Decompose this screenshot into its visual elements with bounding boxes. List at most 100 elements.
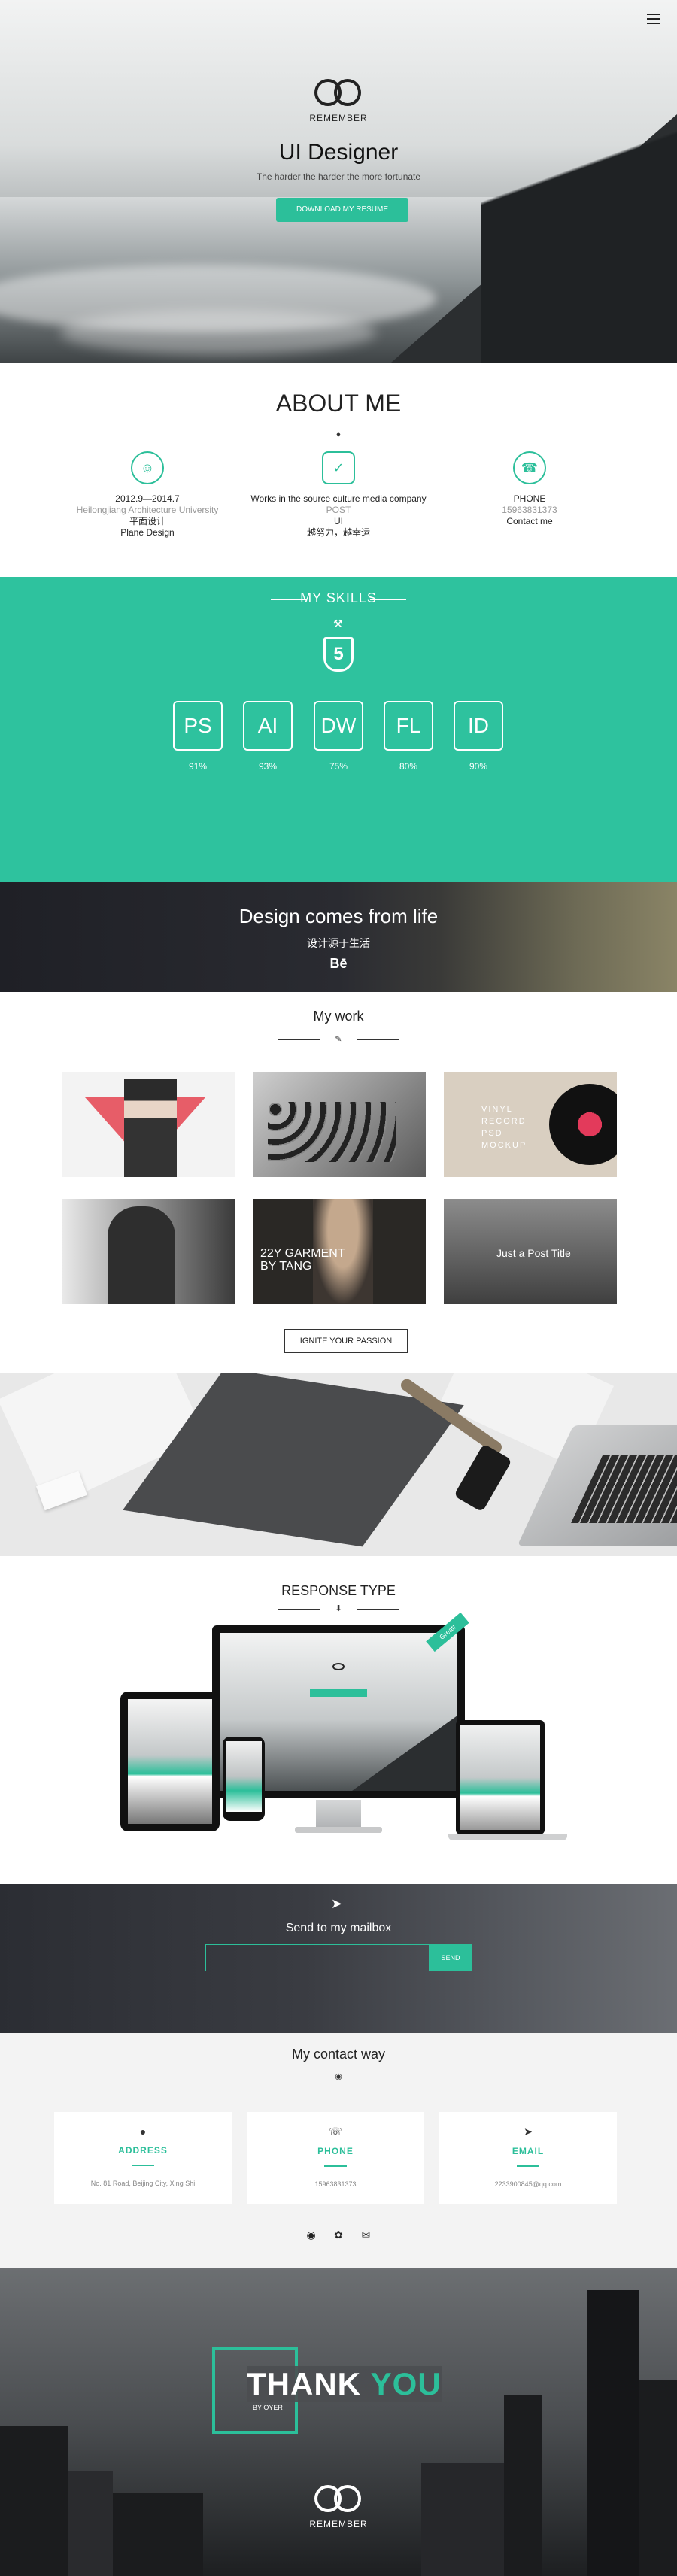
menu-icon[interactable] <box>647 14 660 24</box>
monitor-base <box>295 1827 382 1833</box>
work-tile[interactable]: VINYL RECORD PSD MOCKUP <box>444 1072 617 1177</box>
tablet-screen <box>128 1699 212 1824</box>
work-tile[interactable] <box>253 1072 426 1177</box>
address-card: ● ADDRESS No. 81 Road, Beijing City, Xin… <box>54 2112 232 2204</box>
paper-plane-icon: ➤ <box>524 2125 533 2138</box>
user-icon: ☺ <box>131 451 164 484</box>
about-line: Plane Design <box>120 527 175 538</box>
skill-label: PS <box>173 701 223 751</box>
logo-rings-icon <box>314 2485 363 2512</box>
thank-word: THANK <box>247 2366 361 2402</box>
work-tile[interactable]: 22Y GARMENT BY TANG <box>253 1199 426 1304</box>
typewriter-keys <box>268 1102 396 1162</box>
vinyl-record <box>549 1084 617 1165</box>
logo-rings-icon <box>314 79 363 106</box>
building <box>639 2380 677 2576</box>
work-divider: ✎ <box>278 1035 399 1044</box>
tile-caption: 22Y GARMENT BY TANG <box>260 1247 345 1273</box>
hero-section: REMEMBER UI Designer The harder the hard… <box>0 0 677 363</box>
social-links: ◉ ✿ ✉ <box>0 2229 677 2242</box>
behance-icon[interactable]: Bē <box>0 956 677 972</box>
response-title: RESPONSE TYPE <box>281 1583 396 1598</box>
tools-icon: ⚒ <box>333 617 343 630</box>
location-pin-icon: ● <box>139 2125 147 2138</box>
about-line: Works in the source culture media compan… <box>250 493 427 504</box>
contact-divider: ◉ <box>278 2072 399 2081</box>
smartphone <box>453 1443 513 1513</box>
mail-icon[interactable]: ✉ <box>357 2229 374 2241</box>
work-title: My work <box>313 1009 364 1024</box>
skills-section: MY SKILLS ⚒ 5 PS 91% AI 93% DW 75% FL 80… <box>0 577 677 882</box>
skill-percent: 91% <box>188 761 208 772</box>
thank-you-byline: BY OYER <box>253 2404 283 2411</box>
work-tile[interactable]: Just a Post Title <box>444 1199 617 1304</box>
about-title: ABOUT ME <box>275 390 402 417</box>
email-input[interactable] <box>205 1944 430 1971</box>
about-divider: ● <box>278 430 399 439</box>
quote-subtitle: 设计源于生活 <box>307 937 370 949</box>
stationery-banner <box>0 1373 677 1556</box>
about-phone: ☎ PHONE 15963831373 Contact me <box>432 451 627 527</box>
card-value: No. 81 Road, Beijing City, Xing Shi <box>90 2180 196 2187</box>
logo-text: REMEMBER <box>309 2519 368 2529</box>
card-underline <box>132 2165 154 2166</box>
thank-you-section: THANK YOU BY OYER REMEMBER <box>0 2268 677 2576</box>
chat-icon: ◉ <box>335 2072 342 2081</box>
skill-dw: DW 75% <box>314 701 363 772</box>
skill-percent: 90% <box>469 761 488 772</box>
laptop-mockup <box>456 1720 545 1834</box>
contact-me-link[interactable]: Contact me <box>432 516 627 527</box>
woman-figure <box>108 1206 175 1304</box>
send-button[interactable]: SEND <box>430 1944 472 1971</box>
laptop-base <box>448 1834 567 1840</box>
work-section: My work ✎ VINYL RECORD PSD MOCKUP 22Y GA… <box>0 992 677 1373</box>
card-label: PHONE <box>317 2146 354 2156</box>
about-line: 15963831373 <box>502 505 557 515</box>
html5-icon: 5 <box>323 637 354 672</box>
dribbble-icon[interactable]: ◉ <box>303 2229 320 2241</box>
footer-logo[interactable]: REMEMBER <box>0 2485 677 2529</box>
logo-text: REMEMBER <box>309 113 368 123</box>
work-tile[interactable] <box>62 1072 235 1177</box>
phone-icon: ☎ <box>513 451 546 484</box>
about-line: Heilongjiang Architecture University <box>76 505 219 515</box>
response-divider: ⬇ <box>278 1604 399 1613</box>
thank-you-heading: THANK YOU <box>247 2366 442 2402</box>
tile-caption: Just a Post Title <box>496 1247 571 1259</box>
skill-id: ID 90% <box>454 701 503 772</box>
download-icon: ⬇ <box>335 1604 342 1613</box>
card-label: EMAIL <box>512 2146 545 2156</box>
about-line: UI <box>334 516 343 526</box>
twitter-icon[interactable]: ✿ <box>330 2229 347 2241</box>
card-underline <box>324 2165 347 2167</box>
mini-button <box>310 1689 367 1697</box>
card-value[interactable]: 2233900845@qq.com <box>439 2180 617 2188</box>
skill-ps: PS 91% <box>173 701 223 772</box>
skill-label: ID <box>454 701 503 751</box>
user-icon: ● <box>335 430 342 439</box>
phone-card: ☏ PHONE 15963831373 <box>247 2112 424 2204</box>
about-line: 越努力，越幸运 <box>306 527 370 538</box>
building <box>587 2290 639 2576</box>
model-figure <box>124 1079 177 1177</box>
skill-percent: 75% <box>329 761 348 772</box>
logo-rings-icon <box>332 1663 345 1670</box>
card-underline <box>517 2165 539 2167</box>
ignite-passion-button[interactable]: IGNITE YOUR PASSION <box>284 1329 408 1353</box>
tile-caption: VINYL RECORD PSD MOCKUP <box>481 1105 527 1150</box>
hero-title: UI Designer <box>278 140 399 165</box>
mailbox-section: ➤ Send to my mailbox SEND <box>0 1884 677 2033</box>
download-resume-button[interactable]: DOWNLOAD MY RESUME <box>276 198 408 222</box>
email-card: ➤ EMAIL 2233900845@qq.com <box>439 2112 617 2204</box>
mailbox-title: Send to my mailbox <box>285 1922 392 1934</box>
hero-tagline: The harder the harder the more fortunate <box>256 171 421 182</box>
site-logo[interactable]: REMEMBER <box>0 79 677 123</box>
phone-icon: ☏ <box>329 2125 342 2138</box>
work-tile[interactable] <box>62 1199 235 1304</box>
about-line: POST <box>326 505 351 515</box>
about-section: ABOUT ME ● ☺ 2012.9—2014.7 Heilongjiang … <box>0 363 677 577</box>
contact-section: My contact way ◉ ● ADDRESS No. 81 Road, … <box>0 2033 677 2268</box>
you-word: YOU <box>370 2366 442 2402</box>
hero-wave <box>60 310 376 355</box>
phone-mockup <box>223 1737 265 1821</box>
